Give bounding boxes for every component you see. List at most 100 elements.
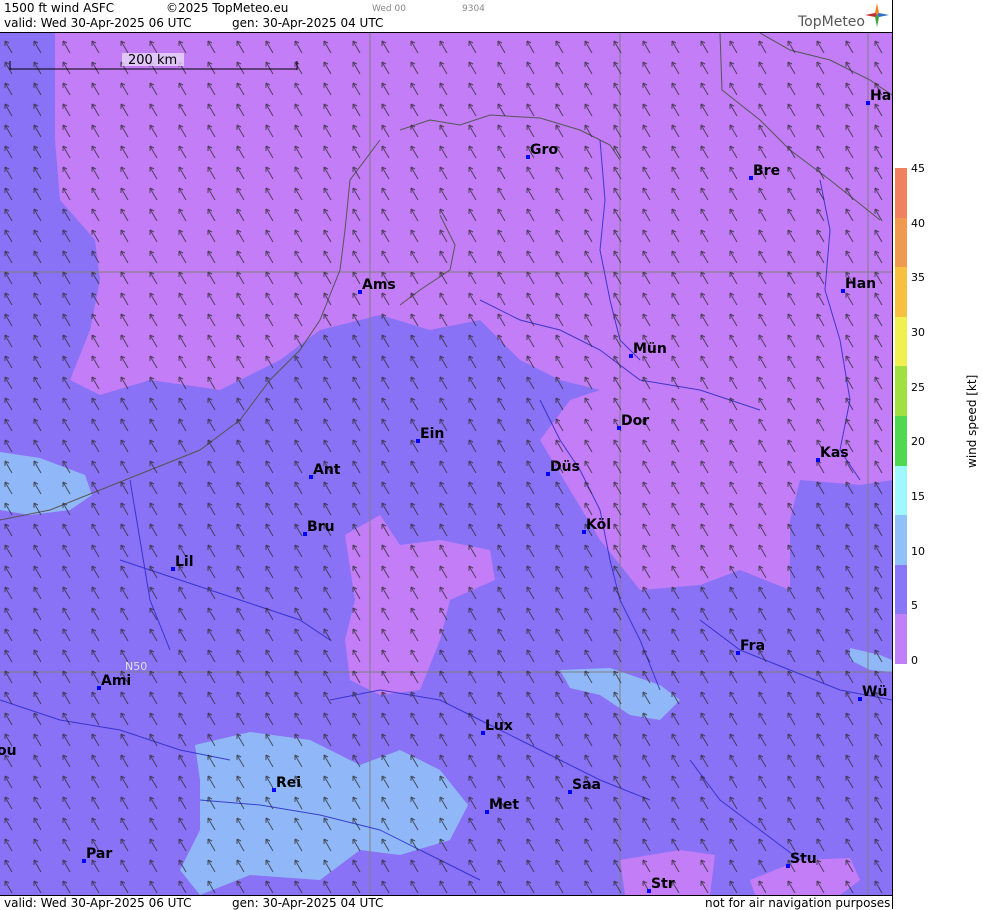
city-name: Kas — [820, 445, 849, 461]
city-label: Ams — [358, 277, 396, 294]
city-marker-icon — [841, 289, 845, 293]
city-label: Rei — [272, 775, 302, 792]
city-name: Ami — [101, 673, 132, 689]
city-marker-icon — [749, 176, 753, 180]
city-marker-icon — [816, 458, 820, 462]
colorbar-tick-label: 5 — [911, 599, 918, 613]
latitude-label: N50 — [125, 660, 147, 673]
city-label: Ami — [97, 673, 132, 690]
product-title: 1500 ft wind ASFC — [4, 1, 115, 15]
colorbar-tick-label: 35 — [911, 271, 925, 285]
city-name: Bre — [753, 163, 781, 179]
colorbar-swatch — [895, 515, 907, 566]
colorbar-swatch — [895, 614, 907, 665]
city-label: Dor — [617, 413, 649, 430]
colorbar-swatch — [895, 564, 907, 615]
gen-time: gen: 30-Apr-2025 04 UTC — [232, 16, 384, 30]
city-marker-icon — [647, 889, 651, 893]
city-name: Gro — [530, 142, 559, 158]
city-label: ou — [0, 743, 17, 759]
city-marker-icon — [358, 290, 362, 294]
city-marker-icon — [82, 859, 86, 863]
city-marker-icon — [481, 731, 485, 735]
colorbar-swatch — [895, 267, 907, 318]
city-marker-icon — [309, 475, 313, 479]
scale-bar-label: 200 km — [128, 53, 177, 68]
city-label: Wü — [858, 684, 888, 701]
city-marker-icon — [568, 790, 572, 794]
city-name: Met — [489, 797, 520, 813]
colorbar-swatch — [895, 316, 907, 367]
colorbar-swatch — [895, 366, 907, 417]
city-label: Ant — [309, 462, 341, 479]
city-marker-icon — [97, 686, 101, 690]
colorbar-tick-label: 10 — [911, 544, 925, 558]
city-label: Lux — [481, 718, 513, 735]
city-label: Lil — [171, 554, 194, 571]
map-header: 1500 ft wind ASFC ©2025 TopMeteo.eu Wed … — [0, 0, 892, 33]
city-name: Wü — [862, 684, 888, 700]
city-label: Par — [82, 846, 113, 863]
city-label: Stu — [786, 851, 817, 868]
city-label: Bru — [303, 519, 335, 536]
city-label: Düs — [546, 459, 580, 476]
colorbar-tick-label: 15 — [911, 490, 925, 503]
city-label: Han — [841, 276, 877, 293]
city-marker-icon — [272, 788, 276, 792]
city-name: Ein — [420, 426, 445, 442]
valid-time: valid: Wed 30-Apr-2025 06 UTC — [4, 16, 192, 30]
city-marker-icon — [546, 472, 550, 476]
colorbar-swatch — [895, 465, 907, 516]
city-marker-icon — [629, 354, 633, 358]
city-marker-icon — [303, 532, 307, 536]
city-label: Fra — [736, 638, 766, 655]
colorbar-tick-label: 20 — [911, 435, 925, 449]
city-label: Ein — [416, 426, 445, 443]
city-label: Str — [647, 876, 675, 893]
copyright: ©2025 TopMeteo.eu — [166, 1, 289, 15]
city-label: Bre — [749, 163, 781, 180]
city-marker-icon — [526, 155, 530, 159]
city-name: Saa — [572, 777, 601, 793]
city-name: Lux — [485, 718, 513, 734]
colorbar-swatch — [895, 168, 907, 219]
city-marker-icon — [485, 810, 489, 814]
city-name: Bru — [307, 519, 335, 535]
city-name: Str — [651, 876, 675, 892]
day-label: Wed 00 — [372, 4, 406, 14]
colorbar-tick-label: 25 — [911, 380, 925, 394]
city-marker-icon — [416, 439, 420, 443]
city-label: Kas — [816, 445, 849, 462]
colorbar-swatch — [895, 416, 907, 467]
city-marker-icon — [582, 530, 586, 534]
city-name: Fra — [740, 638, 766, 654]
map-footer: valid: Wed 30-Apr-2025 06 UTC gen: 30-Ap… — [0, 895, 892, 910]
city-name: Düs — [550, 459, 580, 475]
city-name: Mün — [633, 341, 667, 357]
city-name: Ant — [313, 462, 341, 478]
city-marker-icon — [858, 697, 862, 701]
city-name: Han — [845, 276, 877, 292]
city-name: Köl — [586, 517, 612, 533]
city-name: Ams — [362, 277, 396, 293]
city-label: Mün — [629, 341, 667, 358]
compass-logo-icon — [865, 3, 889, 27]
city-name: Lil — [175, 554, 194, 570]
city-label: Köl — [582, 517, 612, 534]
colorbar-swatch — [895, 217, 907, 268]
city-name: Rei — [276, 775, 302, 791]
city-marker-icon — [866, 101, 870, 105]
city-name: ou — [0, 743, 17, 759]
city-name: Par — [86, 846, 113, 862]
city-marker-icon — [171, 567, 175, 571]
city-name: Stu — [790, 851, 817, 867]
city-label: Saa — [568, 777, 601, 794]
city-label: Met — [485, 797, 520, 814]
city-marker-icon — [786, 864, 790, 868]
colorbar-title: wind speed [kt] — [965, 374, 979, 468]
footer-gen-time: gen: 30-Apr-2025 04 UTC — [232, 896, 384, 910]
city-name: Ha — [870, 88, 892, 104]
city-label: Gro — [526, 142, 559, 159]
footer-valid-time: valid: Wed 30-Apr-2025 06 UTC — [4, 896, 192, 910]
brand-logo: TopMeteo — [798, 14, 865, 30]
